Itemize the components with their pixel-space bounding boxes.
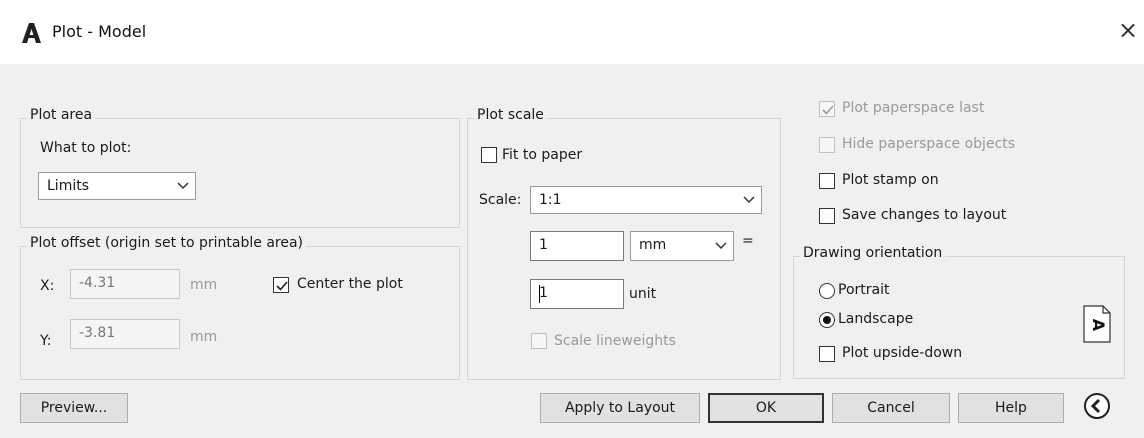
scale-unit2-label: unit <box>629 286 657 302</box>
scale-unit-value: mm <box>639 237 667 253</box>
portrait-radio[interactable] <box>819 283 835 299</box>
what-to-plot-value: Limits <box>47 178 89 194</box>
scale-dropdown[interactable]: 1:1 <box>530 186 762 214</box>
save-changes-checkbox[interactable] <box>819 208 835 224</box>
apply-to-layout-button[interactable]: Apply to Layout <box>540 393 700 423</box>
scale-value2: 1 <box>539 285 548 301</box>
chevron-down-icon <box>177 182 189 190</box>
plot-offset-legend: Plot offset (origin set to printable are… <box>27 235 307 251</box>
chevron-down-icon <box>743 196 755 204</box>
close-icon[interactable]: × <box>1118 16 1138 44</box>
x-label: X: <box>40 278 55 294</box>
radio-selected-dot <box>823 316 831 324</box>
y-label: Y: <box>40 333 52 349</box>
fit-to-paper-checkbox[interactable] <box>481 147 497 163</box>
plot-upside-down-checkbox[interactable] <box>819 346 835 362</box>
window-title: Plot - Model <box>52 22 147 41</box>
drawing-orientation-legend: Drawing orientation <box>800 245 946 261</box>
checkmark-icon <box>276 281 288 291</box>
scale-value2-field[interactable]: 1 <box>530 279 624 309</box>
scale-unit-dropdown[interactable]: mm <box>630 231 734 261</box>
plot-stamp-label[interactable]: Plot stamp on <box>842 172 939 188</box>
plot-offset-group <box>20 246 460 380</box>
help-button[interactable]: Help <box>958 393 1064 423</box>
scale-lineweights-checkbox[interactable] <box>531 333 547 349</box>
landscape-label[interactable]: Landscape <box>838 311 913 327</box>
equals-sign: = <box>742 233 754 249</box>
portrait-label[interactable]: Portrait <box>838 282 889 298</box>
plot-area-legend: Plot area <box>27 107 96 123</box>
chevron-down-icon <box>715 242 727 250</box>
plot-paperspace-last-label[interactable]: Plot paperspace last <box>842 100 984 116</box>
scale-value1: 1 <box>539 237 548 253</box>
header-band <box>0 64 1144 100</box>
hide-paperspace-label[interactable]: Hide paperspace objects <box>842 136 1015 152</box>
landscape-radio[interactable] <box>819 312 835 328</box>
y-unit: mm <box>190 329 218 345</box>
title-bar: Plot - Model × <box>0 0 1144 64</box>
checkmark-icon <box>822 105 834 115</box>
collapse-options-icon[interactable] <box>1082 391 1112 421</box>
plot-paperspace-last-checkbox[interactable] <box>819 101 835 117</box>
fit-to-paper-label[interactable]: Fit to paper <box>502 147 582 163</box>
svg-text:A: A <box>1089 319 1108 332</box>
what-to-plot-label: What to plot: <box>40 140 132 156</box>
dialog-body: Plot area What to plot: Limits Plot offs… <box>0 100 1144 438</box>
ok-button[interactable]: OK <box>708 393 824 423</box>
plot-upside-down-label[interactable]: Plot upside-down <box>842 345 962 361</box>
y-offset-field[interactable]: -3.81 <box>70 319 180 349</box>
scale-value1-field[interactable]: 1 <box>530 231 624 261</box>
scale-lineweights-label[interactable]: Scale lineweights <box>554 333 676 349</box>
x-unit: mm <box>190 277 218 293</box>
scale-label: Scale: <box>479 192 522 208</box>
orientation-preview-icon: A <box>1083 305 1111 343</box>
center-plot-label[interactable]: Center the plot <box>297 276 403 292</box>
plot-stamp-checkbox[interactable] <box>819 173 835 189</box>
cancel-button[interactable]: Cancel <box>832 393 950 423</box>
y-offset-value: -3.81 <box>79 325 116 341</box>
scale-value: 1:1 <box>539 192 562 208</box>
x-offset-value: -4.31 <box>79 275 116 291</box>
preview-button[interactable]: Preview... <box>20 393 128 423</box>
what-to-plot-dropdown[interactable]: Limits <box>38 172 196 200</box>
save-changes-label[interactable]: Save changes to layout <box>842 207 1006 223</box>
hide-paperspace-checkbox[interactable] <box>819 137 835 153</box>
center-plot-checkbox[interactable] <box>273 277 289 293</box>
autocad-a-icon <box>22 23 41 43</box>
plot-scale-legend: Plot scale <box>474 107 547 123</box>
x-offset-field[interactable]: -4.31 <box>70 269 180 299</box>
